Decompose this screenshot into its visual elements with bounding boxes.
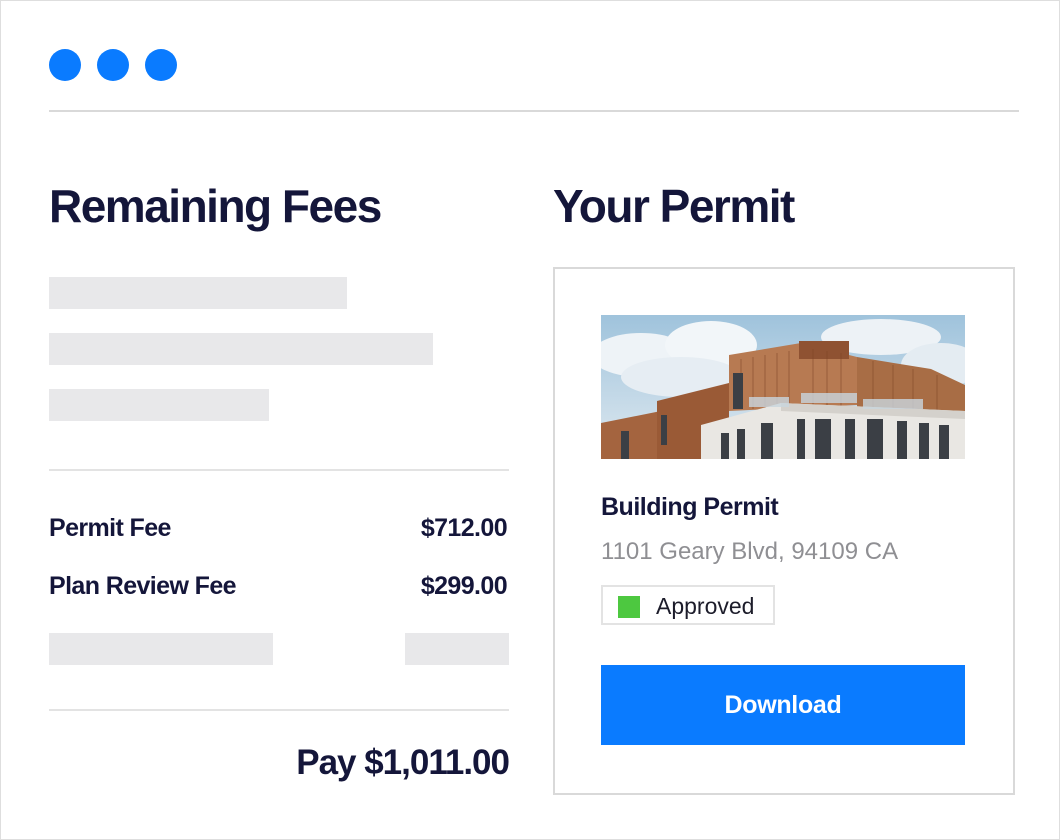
permit-fee-label: Permit Fee	[49, 514, 171, 542]
app-window: Remaining Fees Permit Fee $712.00 Plan R…	[0, 0, 1060, 840]
your-permit-heading: Your Permit	[553, 180, 795, 232]
header-divider	[49, 110, 1019, 112]
remaining-fees-heading: Remaining Fees	[49, 180, 382, 232]
window-control-dot[interactable]	[145, 49, 177, 81]
permit-fee-amount: $712.00	[420, 514, 508, 542]
total-divider	[49, 709, 509, 711]
fees-divider	[49, 469, 509, 471]
plan-review-fee-amount: $299.00	[420, 572, 508, 600]
placeholder-line	[49, 333, 433, 365]
placeholder-line	[49, 389, 269, 421]
pay-total-button[interactable]: Pay $1,011.00	[296, 743, 510, 783]
status-indicator-icon	[618, 596, 640, 618]
download-button[interactable]: Download	[601, 665, 965, 745]
permit-address: 1101 Geary Blvd, 94109 CA	[601, 538, 899, 565]
placeholder-fee-label	[49, 633, 273, 665]
placeholder-line	[49, 277, 347, 309]
placeholder-fee-amount	[405, 633, 509, 665]
plan-review-fee-label: Plan Review Fee	[49, 572, 237, 600]
status-label: Approved	[656, 593, 755, 619]
permit-card: Building Permit 1101 Geary Blvd, 94109 C…	[553, 267, 1015, 795]
status-badge: Approved	[601, 585, 775, 625]
building-photo	[601, 315, 965, 459]
window-control-dot[interactable]	[97, 49, 129, 81]
permit-title: Building Permit	[601, 493, 779, 521]
window-control-dot[interactable]	[49, 49, 81, 81]
